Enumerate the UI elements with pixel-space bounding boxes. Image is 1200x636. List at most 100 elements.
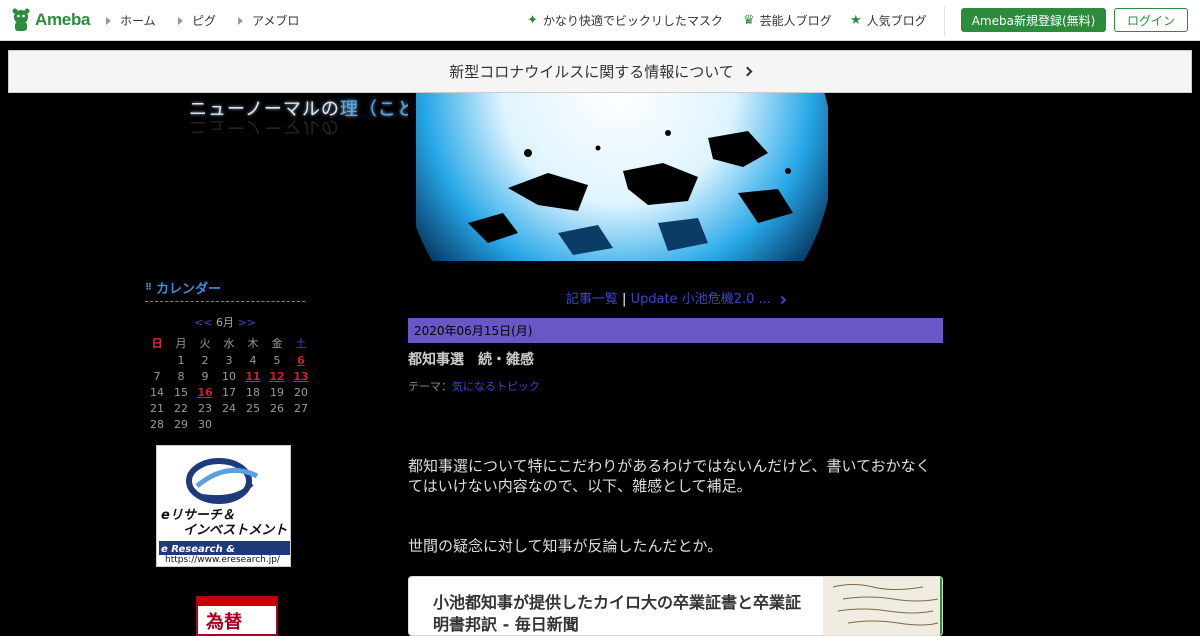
- nav-home-link[interactable]: ホーム: [106, 12, 156, 29]
- sidebar: ⠿ カレンダー << 6月 >> 日月火水木金土 1 2 3 4 5 6 7 8 9 10 11 12 1…: [145, 278, 309, 432]
- entry-title[interactable]: 都知事選 続・雑感: [408, 349, 534, 369]
- ad1-url: https://www.eresearch.jp/: [165, 555, 280, 565]
- theme-link[interactable]: 気になるトピック: [452, 380, 540, 393]
- calendar-day-link[interactable]: 6: [289, 352, 313, 368]
- calendar-empty-cell: [145, 352, 169, 368]
- calendar-day: 10: [222, 369, 236, 383]
- nav-pigg-link[interactable]: ピグ: [178, 12, 216, 29]
- calendar-day: 21: [150, 401, 164, 415]
- calendar-table: 日月火水木金土 1 2 3 4 5 6 7 8 9 10 11 12 13 14 15 16 17 18 19 20 2…: [145, 334, 313, 432]
- calendar-body: 1 2 3 4 5 6 7 8 9 10 11 12 13 14 15 16 17 18 19 20 21 22 23 24 2…: [145, 352, 313, 432]
- nav-pigg-label: ピグ: [192, 14, 217, 28]
- calendar-day: 20: [294, 385, 308, 399]
- calendar-empty-cell: [289, 416, 313, 432]
- popular-blog-link[interactable]: ★ 人気ブログ: [850, 12, 927, 29]
- calendar-day: 17: [222, 385, 236, 399]
- ad1-line2: インベストメント: [183, 523, 288, 538]
- popular-blog-label: 人気ブログ: [866, 14, 927, 28]
- calendar-week-row: 28 29 30: [145, 416, 313, 432]
- calendar-weekday-row: 日月火水木金土: [145, 334, 313, 352]
- link-preview-card[interactable]: 小池都知事が提供したカイロ大の卒業証書と卒業証明書邦訳 - 毎日新聞: [408, 576, 943, 636]
- calendar-day: 7: [153, 369, 161, 383]
- entry-date: 2020年06月15日(月): [414, 324, 533, 338]
- calendar-day-link[interactable]: 16: [193, 384, 217, 400]
- calendar-empty-cell: [217, 416, 241, 432]
- ameba-header: Ameba ホーム ピグ アメブロ ✦ かなり快適でビックリしたマスク ♛ 芸能人ブ…: [0, 0, 1200, 41]
- calendar-day: 18: [246, 385, 260, 399]
- calendar-week-row: 21 22 23 24 25 26 27: [145, 400, 313, 416]
- calendar-day-link[interactable]: 11: [241, 368, 265, 384]
- calendar-week-row: 1 2 3 4 56: [145, 352, 313, 368]
- covid-info-text: 新型コロナウイルスに関する情報について: [449, 63, 734, 81]
- eresearch-ad-banner[interactable]: eリサーチ＆ インベストメント e Research & Investment …: [156, 445, 291, 567]
- reflection-text: ニューノーマルの: [189, 116, 340, 137]
- sparkle-icon: ✦: [527, 13, 538, 28]
- calendar-day: 23: [198, 401, 212, 415]
- calendar-weekday: 月: [175, 337, 187, 350]
- theme-label: テーマ：: [408, 380, 452, 393]
- entry-paragraph-1: 都知事選について特にこだわりがあるわけではないんだけど、書いておかなくてはいけな…: [408, 457, 931, 495]
- covid-info-banner[interactable]: 新型コロナウイルスに関する情報について: [8, 50, 1192, 93]
- grid-dots-icon: ⠿: [145, 282, 153, 293]
- calendar-title: カレンダー: [156, 282, 222, 297]
- calendar-day: 9: [201, 369, 209, 383]
- calendar-month-label: 6月: [216, 316, 234, 329]
- calendar-next-link[interactable]: >>: [238, 316, 256, 329]
- calendar-weekday: 木: [247, 337, 259, 350]
- nav-home-label: ホーム: [120, 14, 156, 28]
- ameba-logo[interactable]: Ameba: [11, 7, 90, 33]
- next-entry-link[interactable]: Update 小池危機2.0 ...: [631, 292, 771, 307]
- ameba-mascot-icon: [12, 8, 30, 31]
- calendar-weekday: 金: [271, 337, 283, 350]
- nav-ameblo-label: アメブロ: [252, 14, 300, 28]
- calendar-week-row: 7 8 9 10 11 12 13: [145, 368, 313, 384]
- calendar-day: 8: [177, 369, 185, 383]
- blog-header-banner: ニューノーマルの理（ことわり） ニューノーマルの: [145, 93, 945, 261]
- nav-ameblo-link[interactable]: アメブロ: [238, 12, 299, 29]
- globe-image: [408, 93, 828, 261]
- calendar-day: 29: [174, 417, 188, 431]
- login-button[interactable]: ログイン: [1114, 8, 1188, 32]
- blog-title-reflection: ニューノーマルの: [189, 115, 340, 141]
- calendar-day: 19: [270, 385, 284, 399]
- celebrity-blog-label: 芸能人ブログ: [759, 14, 832, 28]
- mask-promo-label: かなり快適でビックリしたマスク: [542, 14, 723, 28]
- globe-illustration: [408, 93, 828, 261]
- calendar-day: 28: [150, 417, 164, 431]
- entry-date-bar: 2020年06月15日(月): [408, 318, 943, 343]
- calendar-day: 2: [201, 353, 209, 367]
- entry-list-link[interactable]: 記事一覧: [566, 292, 618, 307]
- calendar-day: 3: [225, 353, 233, 367]
- calendar-empty-cell: [241, 416, 265, 432]
- ad2-topbar: [198, 598, 276, 606]
- calendar-prev-link[interactable]: <<: [194, 316, 212, 329]
- calendar-day: 22: [174, 401, 188, 415]
- star-icon: ★: [850, 13, 862, 28]
- ad2-text: 為替: [206, 612, 242, 633]
- triangle-right-icon: [238, 16, 243, 25]
- calendar-day-link[interactable]: 13: [289, 368, 313, 384]
- register-button[interactable]: Ameba新規登録(無料): [961, 8, 1106, 32]
- fx-ad-banner[interactable]: 為替: [196, 596, 278, 636]
- mask-promo-link[interactable]: ✦ かなり快適でビックリしたマスク: [527, 12, 723, 29]
- chevron-right-icon: [742, 66, 753, 77]
- calendar-day: 27: [294, 401, 308, 415]
- entry-theme: テーマ：気になるトピック: [408, 378, 540, 394]
- calendar-day: 15: [174, 385, 188, 399]
- celebrity-blog-link[interactable]: ♛ 芸能人ブログ: [743, 12, 832, 29]
- entry-nav: 記事一覧 | Update 小池危機2.0 ...: [408, 288, 943, 307]
- calendar-day-link[interactable]: 12: [265, 368, 289, 384]
- calendar-heading: ⠿ カレンダー: [145, 278, 305, 302]
- link-card-thumbnail: [823, 577, 942, 635]
- calendar-day: 30: [198, 417, 212, 431]
- entry-nav-separator: |: [622, 292, 627, 307]
- calendar-week-row: 14 15 16 17 18 19 20: [145, 384, 313, 400]
- calendar-day: 1: [177, 353, 185, 367]
- calendar-day: 5: [273, 353, 281, 367]
- header-divider: [944, 6, 945, 36]
- triangle-right-icon: [178, 16, 183, 25]
- entry-paragraph-2: 世間の疑念に対して知事が反論したんだとか。: [408, 537, 723, 555]
- calendar-weekday: 火: [199, 337, 211, 350]
- calendar-weekday: 日: [151, 337, 163, 350]
- calendar-day: 24: [222, 401, 236, 415]
